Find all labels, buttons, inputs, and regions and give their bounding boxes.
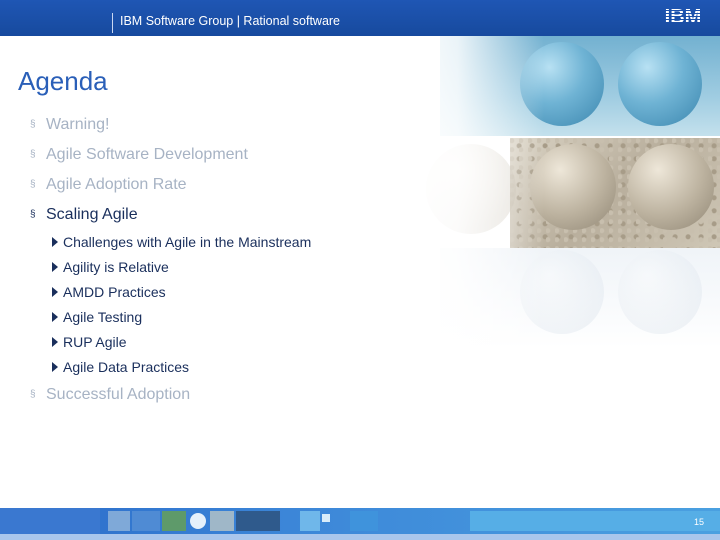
footer-block bbox=[210, 511, 234, 531]
header-bar: IBM Software Group | Rational software I… bbox=[0, 0, 720, 36]
bullet-mark: § bbox=[30, 179, 36, 190]
triangle-right-icon bbox=[52, 362, 58, 372]
sub-item-agile-data-practices: Agile Data Practices bbox=[52, 359, 189, 375]
footer-block bbox=[108, 511, 130, 531]
blue-sphere bbox=[618, 42, 702, 126]
slide-title: Agenda bbox=[18, 66, 108, 96]
footer-circle bbox=[190, 513, 206, 529]
agenda-item-label: Warning! bbox=[46, 116, 110, 133]
image-fade bbox=[400, 36, 720, 346]
header-separator bbox=[112, 13, 113, 33]
pale-panel bbox=[440, 248, 720, 346]
footer-image-strip bbox=[0, 508, 720, 534]
agenda-item-label: Agile Software Development bbox=[46, 146, 248, 163]
agenda-item-scaling-agile: § Scaling Agile bbox=[30, 206, 138, 224]
sub-item-label: AMDD Practices bbox=[63, 284, 166, 300]
sub-item-label: Agile Testing bbox=[63, 309, 143, 325]
agenda-item-label: Scaling Agile bbox=[46, 206, 138, 223]
agenda-item-agile-adoption-rate: § Agile Adoption Rate bbox=[30, 176, 187, 194]
sub-item-agility-relative: Agility is Relative bbox=[52, 259, 169, 275]
footer-block bbox=[0, 508, 100, 534]
footer-block bbox=[470, 511, 720, 531]
stone-panel bbox=[510, 138, 720, 248]
blue-sphere bbox=[520, 42, 604, 126]
footer-bottom-strip bbox=[0, 534, 720, 540]
triangle-right-icon bbox=[52, 312, 58, 322]
footer-block bbox=[236, 511, 280, 531]
ibm-logo-text: IBM bbox=[665, 6, 702, 27]
triangle-right-icon bbox=[52, 237, 58, 247]
stone-sphere bbox=[628, 144, 714, 230]
sub-item-rup-agile: RUP Agile bbox=[52, 334, 127, 350]
stone-sphere bbox=[530, 144, 616, 230]
bullet-mark: § bbox=[30, 389, 36, 400]
page-number: 15 bbox=[694, 517, 705, 527]
sub-item-agile-testing: Agile Testing bbox=[52, 309, 142, 325]
sub-item-label: RUP Agile bbox=[63, 334, 127, 350]
sub-item-amdd-practices: AMDD Practices bbox=[52, 284, 166, 300]
footer-block bbox=[322, 514, 330, 522]
sub-item-label: Challenges with Agile in the Mainstream bbox=[63, 234, 312, 250]
bullet-mark: § bbox=[30, 119, 36, 130]
triangle-right-icon bbox=[52, 337, 58, 347]
footer-band: 15 bbox=[0, 508, 720, 540]
footer-block bbox=[132, 511, 160, 531]
agenda-item-label: Agile Adoption Rate bbox=[46, 176, 187, 193]
stone-sphere bbox=[426, 144, 516, 234]
sub-item-label: Agility is Relative bbox=[63, 259, 169, 275]
agenda-item-label: Successful Adoption bbox=[46, 386, 191, 403]
triangle-right-icon bbox=[52, 287, 58, 297]
bullet-mark: § bbox=[30, 209, 36, 220]
agenda-item-agile-software-development: § Agile Software Development bbox=[30, 146, 248, 164]
footer-block bbox=[300, 511, 320, 531]
agenda-item-successful-adoption: § Successful Adoption bbox=[30, 386, 190, 404]
bullet-mark: § bbox=[30, 149, 36, 160]
pale-sphere bbox=[520, 250, 604, 334]
sub-item-challenges: Challenges with Agile in the Mainstream bbox=[52, 234, 311, 250]
group-title: IBM Software Group | Rational software bbox=[120, 14, 341, 28]
sub-item-label: Agile Data Practices bbox=[63, 359, 190, 375]
agenda-item-warning: § Warning! bbox=[30, 116, 109, 134]
water-panel bbox=[440, 36, 720, 136]
triangle-right-icon bbox=[52, 262, 58, 272]
footer-block bbox=[350, 511, 378, 531]
footer-block bbox=[162, 511, 186, 531]
ibm-logo: IBM bbox=[665, 6, 702, 27]
pale-sphere bbox=[618, 250, 702, 334]
decorative-image bbox=[400, 36, 720, 346]
